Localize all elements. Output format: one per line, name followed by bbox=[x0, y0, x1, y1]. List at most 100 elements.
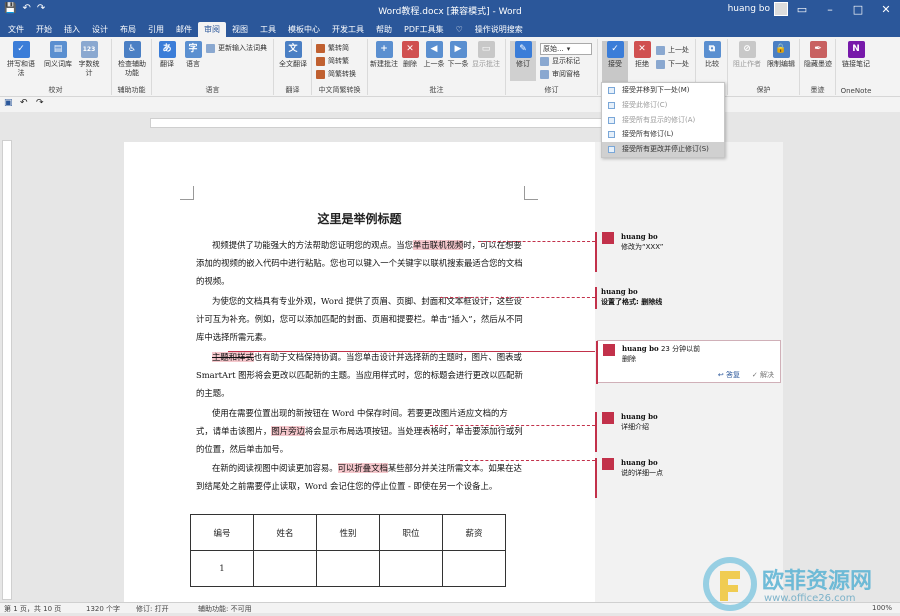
tab-pdf[interactable]: PDF工具集 bbox=[398, 22, 450, 37]
ribbon-options-icon[interactable]: ▭ bbox=[788, 0, 816, 21]
secondary-toolbar: ▣ ↶ ↷ bbox=[0, 97, 900, 112]
reply-button[interactable]: ↩ 答复 bbox=[718, 370, 740, 380]
group-label: 语言 bbox=[205, 86, 220, 94]
menu-item-accept-this[interactable]: 接受此修订(C) bbox=[602, 98, 724, 113]
show-markup-button[interactable]: 显示标记 bbox=[540, 56, 580, 66]
paragraph-2[interactable]: 为使您的文档具有专业外观，Word 提供了页眉、页脚、封面和文本框设计，这些设计… bbox=[196, 292, 524, 346]
track-changes-button[interactable]: ✎ 修订 bbox=[510, 41, 536, 81]
tracked-change[interactable]: 主题和样式 bbox=[212, 352, 254, 362]
thesaurus-button[interactable]: ▤ 同义词库 bbox=[42, 41, 74, 69]
lightbulb-icon[interactable]: ♡ bbox=[450, 22, 469, 37]
tab-file[interactable]: 文件 bbox=[2, 22, 30, 37]
show-comments-button[interactable]: ▭ 显示批注 bbox=[470, 41, 502, 69]
language-button[interactable]: 字语言 bbox=[180, 41, 206, 69]
document-title[interactable]: 这里是举例标题 bbox=[124, 210, 595, 227]
comment-card[interactable]: huang bo 设置了格式: 删除线 bbox=[595, 287, 781, 309]
link-notes-button[interactable]: N 链接笔记 bbox=[840, 41, 872, 69]
restrict-editing-button[interactable]: 🔒 限制编辑 bbox=[764, 41, 798, 69]
table-header[interactable]: 姓名 bbox=[253, 514, 317, 551]
table-header[interactable]: 性别 bbox=[316, 514, 380, 551]
reviewing-pane-button[interactable]: 审阅窗格 bbox=[540, 69, 580, 79]
resolve-button[interactable]: ✓ 解决 bbox=[752, 370, 774, 380]
comment-connector bbox=[440, 297, 595, 298]
table-cell[interactable] bbox=[316, 550, 380, 587]
close-icon[interactable]: ✕ bbox=[872, 0, 900, 21]
tell-me-search[interactable]: 操作说明搜索 bbox=[469, 22, 529, 37]
tab-layout[interactable]: 布局 bbox=[114, 22, 142, 37]
next-change-button[interactable]: 下一处 bbox=[656, 59, 689, 69]
minimize-icon[interactable]: – bbox=[816, 0, 844, 21]
vertical-ruler[interactable] bbox=[2, 140, 12, 600]
table-header[interactable]: 编号 bbox=[190, 514, 254, 551]
tab-view[interactable]: 视图 bbox=[226, 22, 254, 37]
menu-item-accept-all-stop[interactable]: 接受所有更改并停止修订(S) bbox=[602, 142, 724, 157]
block-authors-button[interactable]: ⊘ 阻止作者 bbox=[730, 41, 764, 69]
undo-icon[interactable]: ↶ bbox=[20, 98, 28, 108]
convert-button[interactable]: 简繁转换 bbox=[316, 69, 356, 79]
paragraph-5[interactable]: 在新的阅读视图中阅读更加容易。可以折叠文档某些部分并关注所需文本。如果在达到结尾… bbox=[196, 459, 524, 495]
prev-change-button[interactable]: 上一处 bbox=[656, 45, 689, 55]
table-header[interactable]: 薪资 bbox=[442, 514, 506, 551]
watermark: 欧菲资源网 www.office26.com bbox=[700, 555, 900, 613]
tab-developer[interactable]: 开发工具 bbox=[326, 22, 370, 37]
tab-insert[interactable]: 插入 bbox=[58, 22, 86, 37]
update-ime-button[interactable]: 更新输入法词典 bbox=[206, 43, 267, 53]
group-tracking: ✎ 修订 原始... ▾ 显示标记 审阅窗格 修订 bbox=[506, 39, 598, 95]
redo-icon[interactable]: ↷ bbox=[36, 98, 44, 108]
spelling-button[interactable]: ✓ 拼写和语法 bbox=[4, 41, 38, 78]
prev-comment-button[interactable]: ◀ 上一条 bbox=[422, 41, 446, 69]
avatar[interactable] bbox=[774, 2, 788, 16]
user-name[interactable]: huang bo bbox=[728, 4, 770, 14]
table-cell[interactable] bbox=[253, 550, 317, 587]
tab-references[interactable]: 引用 bbox=[142, 22, 170, 37]
compare-button[interactable]: ⧉ 比较 bbox=[700, 41, 724, 69]
word-count-button[interactable]: 123 字数统计 bbox=[78, 41, 100, 78]
table-header[interactable]: 职位 bbox=[379, 514, 443, 551]
comment-card[interactable]: huang bo 修改为“XXX” bbox=[595, 232, 781, 272]
paragraph-1[interactable]: 视频提供了功能强大的方法帮助您证明您的观点。当您单击联机视频时，可以在想要添加的… bbox=[196, 236, 524, 290]
data-table[interactable]: 编号 姓名 性别 职位 薪资 1 bbox=[190, 514, 506, 587]
tab-tools[interactable]: 工具 bbox=[254, 22, 282, 37]
margin-mark bbox=[524, 186, 538, 200]
comment-card[interactable]: huang bo 说的详细一点 bbox=[595, 458, 781, 498]
trad-to-simp-button[interactable]: 繁转简 bbox=[316, 43, 349, 53]
translate-button[interactable]: あ翻译 bbox=[154, 41, 180, 69]
tracked-change[interactable]: 图片旁边 bbox=[271, 426, 305, 436]
reject-button[interactable]: ✕ 拒绝 bbox=[630, 41, 654, 69]
paragraph-3[interactable]: 主题和样式也有助于文档保持协调。当您单击设计并选择新的主题时，图片、图表或 Sm… bbox=[196, 348, 524, 402]
comment-card[interactable]: huang bo 详细介绍 bbox=[595, 412, 781, 452]
table-cell[interactable]: 1 bbox=[190, 550, 254, 587]
group-proofing: ✓ 拼写和语法 ▤ 同义词库 123 字数统计 校对 bbox=[0, 39, 112, 95]
simp-to-trad-button[interactable]: 简转繁 bbox=[316, 56, 349, 66]
comment-connector bbox=[460, 460, 595, 461]
menu-item-accept-all[interactable]: 接受所有修订(L) bbox=[602, 127, 724, 142]
document-page[interactable]: 这里是举例标题 视频提供了功能强大的方法帮助您证明您的观点。当您单击联机视频时，… bbox=[124, 142, 595, 602]
menu-item-accept-move-next[interactable]: 接受并移到下一处(M) bbox=[602, 83, 724, 98]
save-icon[interactable]: ▣ bbox=[4, 98, 13, 108]
accept-icon bbox=[608, 101, 615, 109]
table-cell[interactable] bbox=[379, 550, 443, 587]
next-comment-button[interactable]: ▶ 下一条 bbox=[446, 41, 470, 69]
tracked-change[interactable]: 可以折叠文档 bbox=[337, 463, 388, 473]
delete-comment-button[interactable]: ✕ 删除 bbox=[398, 41, 422, 69]
hide-ink-button[interactable]: ✒ 隐藏墨迹 bbox=[804, 41, 832, 69]
horizontal-ruler[interactable] bbox=[150, 118, 613, 128]
tab-templates[interactable]: 模板中心 bbox=[282, 22, 326, 37]
tab-design[interactable]: 设计 bbox=[86, 22, 114, 37]
maximize-icon[interactable]: □ bbox=[844, 0, 872, 21]
table-cell[interactable] bbox=[442, 550, 506, 587]
tab-help[interactable]: 帮助 bbox=[370, 22, 398, 37]
tracked-change[interactable]: 单击联机视频 bbox=[413, 240, 464, 250]
comment-connector bbox=[478, 241, 595, 242]
check-accessibility-button[interactable]: ♿ 检查辅助功能 bbox=[116, 41, 148, 78]
menu-item-accept-shown[interactable]: 接受所有显示的修订(A) bbox=[602, 113, 724, 128]
tab-mailings[interactable]: 邮件 bbox=[170, 22, 198, 37]
new-comment-button[interactable]: + 新建批注 bbox=[370, 41, 398, 69]
ribbon-tabs: 文件 开始 插入 设计 布局 引用 邮件 审阅 视图 工具 模板中心 开发工具 … bbox=[0, 21, 900, 37]
tab-home[interactable]: 开始 bbox=[30, 22, 58, 37]
comment-card[interactable]: huang bo 23 分钟以前 删除 ↩ 答复 ✓ 解决 bbox=[596, 340, 781, 384]
tab-review[interactable]: 审阅 bbox=[198, 22, 226, 37]
full-translate-button[interactable]: 文全文翻译 bbox=[278, 41, 308, 69]
markup-mode-select[interactable]: 原始... ▾ bbox=[540, 43, 592, 55]
paragraph-4[interactable]: 使用在需要位置出现的新按钮在 Word 中保存时间。若要更改图片适应文档的方式，… bbox=[196, 404, 524, 458]
